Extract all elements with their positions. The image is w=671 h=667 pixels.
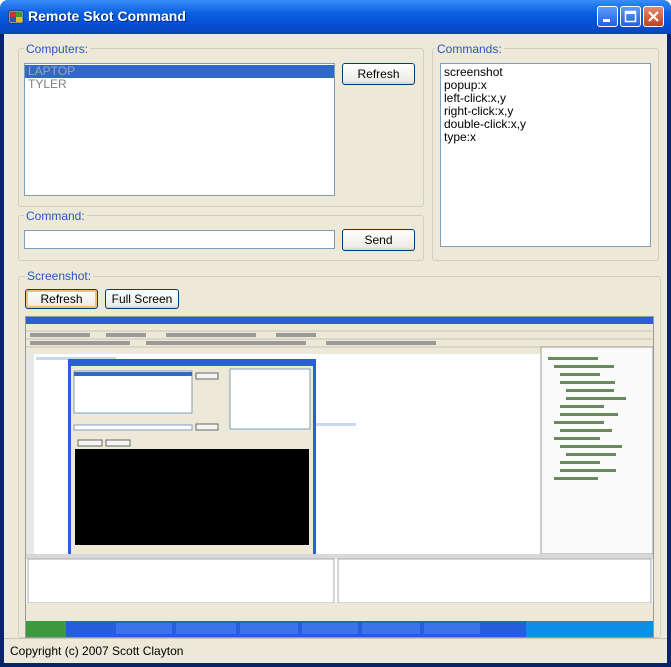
maximize-icon — [624, 10, 637, 23]
screenshot-label: Screenshot: — [25, 269, 94, 283]
close-button[interactable] — [643, 6, 664, 27]
remote-desktop-image — [26, 317, 653, 637]
computers-refresh-button[interactable]: Refresh — [342, 63, 415, 85]
full-screen-button[interactable]: Full Screen — [105, 289, 179, 309]
screenshot-refresh-button[interactable]: Refresh — [25, 289, 98, 309]
computers-list[interactable]: LAPTOP TYLER — [24, 63, 335, 196]
command-input[interactable] — [24, 230, 335, 249]
screenshot-preview[interactable] — [25, 316, 654, 638]
maximize-button[interactable] — [620, 6, 641, 27]
command-label: Command: — [24, 209, 87, 223]
commands-list[interactable]: screenshot popup:x left-click:x,y right-… — [440, 63, 651, 247]
minimize-button[interactable] — [597, 6, 618, 27]
computer-item-tyler[interactable]: TYLER — [25, 78, 334, 91]
computers-label: Computers: — [24, 42, 91, 56]
commands-label: Commands: — [435, 42, 504, 56]
window-title: Remote Skot Command — [28, 8, 186, 24]
status-bar: Copyright (c) 2007 Scott Clayton — [4, 638, 667, 664]
app-window: Remote Skot Command Computers: LAPTOP TY… — [0, 0, 671, 667]
send-button[interactable]: Send — [342, 229, 415, 251]
computer-item-laptop[interactable]: LAPTOP — [25, 65, 334, 78]
close-icon — [648, 11, 659, 22]
minimize-icon — [603, 19, 610, 22]
client-area: Computers: LAPTOP TYLER Refresh Command:… — [4, 34, 667, 663]
app-icon — [8, 10, 24, 24]
command-item[interactable]: type:x — [441, 131, 650, 144]
title-bar[interactable]: Remote Skot Command — [0, 0, 671, 34]
copyright-text: Copyright (c) 2007 Scott Clayton — [10, 644, 184, 658]
